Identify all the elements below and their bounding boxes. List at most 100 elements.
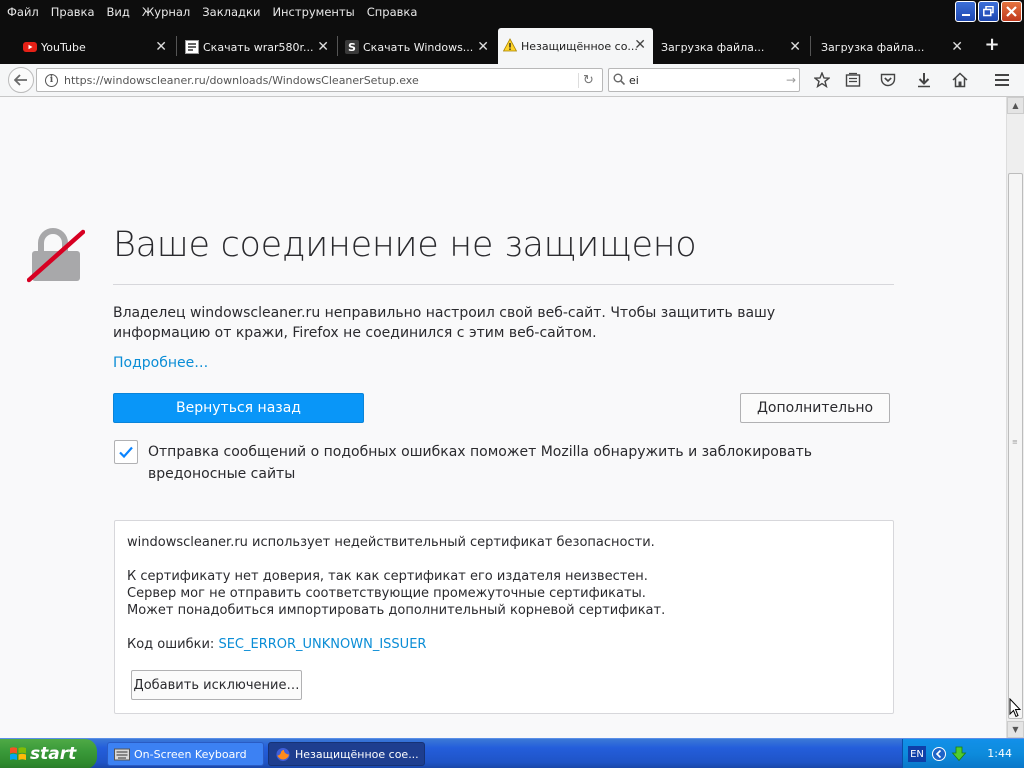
pocket-icon	[880, 73, 896, 87]
reading-list-button[interactable]	[841, 69, 865, 91]
error-description: Владелец windowscleaner.ru неправильно н…	[113, 305, 776, 341]
tab-close-icon[interactable]: ✕	[317, 39, 329, 55]
minimize-button[interactable]	[955, 1, 976, 22]
start-button[interactable]: start	[0, 739, 97, 768]
url-bar[interactable]: i https://windowscleaner.ru/downloads/Wi…	[36, 68, 603, 92]
tab-close-icon[interactable]: ✕	[477, 39, 489, 55]
tab-divider	[337, 36, 338, 56]
error-code-label: Код ошибки:	[127, 637, 215, 652]
advanced-button[interactable]: Дополнительно	[740, 393, 890, 423]
tab-windows[interactable]: S Скачать Windows... ✕	[340, 30, 496, 64]
tab-close-icon[interactable]: ✕	[951, 39, 963, 55]
info-icon[interactable]: i	[45, 73, 58, 87]
minimize-icon	[961, 13, 970, 16]
warning-icon	[503, 38, 517, 52]
taskbar-onscreen-keyboard[interactable]: On-Screen Keyboard	[107, 742, 264, 766]
scroll-down-button[interactable]: ▼	[1007, 721, 1024, 738]
arrow-left-icon	[14, 74, 27, 86]
menu-tools[interactable]: Инструменты	[266, 1, 360, 23]
page-title: Ваше соединение не защищено	[113, 225, 697, 265]
menu-history[interactable]: Журнал	[136, 1, 196, 23]
menu-bar: Файл Правка Вид Журнал Закладки Инструме…	[0, 0, 1024, 24]
hamburger-icon	[995, 74, 1009, 86]
tab-title: YouTube	[41, 40, 86, 54]
tab-download-2[interactable]: Загрузка файла... ✕	[800, 30, 970, 64]
keyboard-icon	[114, 748, 130, 761]
checkmark-icon	[119, 446, 133, 459]
reload-icon[interactable]: ↻	[578, 72, 598, 88]
bookmark-star-button[interactable]	[810, 69, 834, 91]
tab-title: Загрузка файла...	[661, 40, 765, 54]
advanced-details-panel: windowscleaner.ru использует недействите…	[114, 520, 894, 714]
download-tray-icon[interactable]	[951, 746, 967, 762]
error-code-link[interactable]: SEC_ERROR_UNKNOWN_ISSUER	[218, 637, 426, 652]
tab-close-icon[interactable]: ✕	[155, 39, 167, 55]
restore-icon	[983, 6, 994, 17]
menu-help[interactable]: Справка	[361, 1, 424, 23]
svg-text:S: S	[348, 41, 356, 54]
new-tab-button[interactable]: +	[978, 34, 1006, 55]
vertical-scrollbar[interactable]: ▲ ≡ ▼	[1006, 97, 1024, 738]
firefox-icon	[276, 747, 290, 762]
close-window-button[interactable]	[1001, 1, 1022, 22]
tab-title: Скачать Windows...	[363, 40, 474, 54]
start-label: start	[30, 744, 77, 764]
restore-button[interactable]	[978, 1, 999, 22]
navigation-toolbar: i https://windowscleaner.ru/downloads/Wi…	[0, 64, 1024, 97]
page-icon	[185, 40, 199, 54]
details-line: Может понадобиться импортировать дополни…	[127, 603, 666, 618]
learn-more-link[interactable]: Подробнее…	[113, 355, 208, 371]
youtube-icon	[23, 42, 37, 52]
task-label: On-Screen Keyboard	[134, 747, 247, 761]
go-back-button[interactable]: Вернуться назад	[113, 393, 364, 423]
search-icon[interactable]	[609, 73, 629, 88]
scroll-thumb[interactable]: ≡	[1008, 173, 1023, 719]
clock[interactable]: 1:44	[987, 747, 1012, 760]
pocket-button[interactable]	[876, 69, 900, 91]
tab-strip: YouTube ✕ Скачать wrar580r... ✕ S Скачат…	[0, 24, 1024, 64]
error-page: Ваше соединение не защищено Владелец win…	[0, 97, 1006, 738]
broken-lock-icon	[27, 228, 85, 283]
arrow-right-icon[interactable]: →	[783, 73, 799, 87]
tab-wrar[interactable]: Скачать wrar580r... ✕	[180, 30, 336, 64]
s-icon: S	[345, 40, 359, 54]
report-errors-checkbox[interactable]	[114, 440, 138, 464]
tab-divider	[176, 36, 177, 56]
taskbar-firefox[interactable]: Незащищённое сое...	[268, 742, 425, 766]
download-arrow-icon	[918, 73, 930, 88]
library-icon	[845, 72, 861, 87]
home-icon	[952, 72, 968, 88]
search-input[interactable]: ei	[629, 74, 783, 87]
report-errors-label: Отправка сообщений о подобных ошибках по…	[148, 444, 813, 482]
error-code-row: Код ошибки: SEC_ERROR_UNKNOWN_ISSUER	[127, 637, 426, 652]
tab-insecure-connection[interactable]: Незащищённое со... ✕	[498, 28, 653, 64]
menu-view[interactable]: Вид	[101, 1, 136, 23]
downloads-button[interactable]	[912, 69, 936, 91]
tray-chevron-icon[interactable]	[931, 746, 947, 762]
window-controls	[955, 1, 1022, 22]
tab-youtube[interactable]: YouTube ✕	[18, 30, 174, 64]
url-text[interactable]: https://windowscleaner.ru/downloads/Wind…	[64, 74, 578, 87]
search-bar[interactable]: ei →	[608, 68, 800, 92]
home-button[interactable]	[948, 69, 972, 91]
mouse-cursor-icon	[1009, 698, 1021, 718]
system-tray: EN 1:44	[902, 739, 1024, 768]
star-icon	[814, 72, 830, 88]
tab-title: Загрузка файла...	[821, 40, 925, 54]
menu-button[interactable]	[990, 69, 1014, 91]
taskbar: start On-Screen Keyboard Незащищённое со…	[0, 738, 1024, 768]
menu-bookmarks[interactable]: Закладки	[196, 1, 266, 23]
menu-edit[interactable]: Правка	[45, 1, 101, 23]
language-indicator[interactable]: EN	[908, 746, 926, 762]
tab-download-1[interactable]: Загрузка файла... ✕	[640, 30, 808, 64]
tab-title: Незащищённое со...	[521, 39, 638, 53]
scroll-up-button[interactable]: ▲	[1007, 97, 1024, 114]
details-line: Сервер мог не отправить соответствующие …	[127, 586, 646, 601]
tab-title: Скачать wrar580r...	[203, 40, 314, 54]
details-line: windowscleaner.ru использует недействите…	[127, 535, 655, 550]
add-exception-button[interactable]: Добавить исключение…	[131, 670, 302, 700]
close-icon	[1006, 6, 1017, 17]
task-label: Незащищённое сое...	[295, 747, 419, 761]
menu-file[interactable]: Файл	[0, 1, 45, 23]
back-button[interactable]	[8, 67, 34, 93]
